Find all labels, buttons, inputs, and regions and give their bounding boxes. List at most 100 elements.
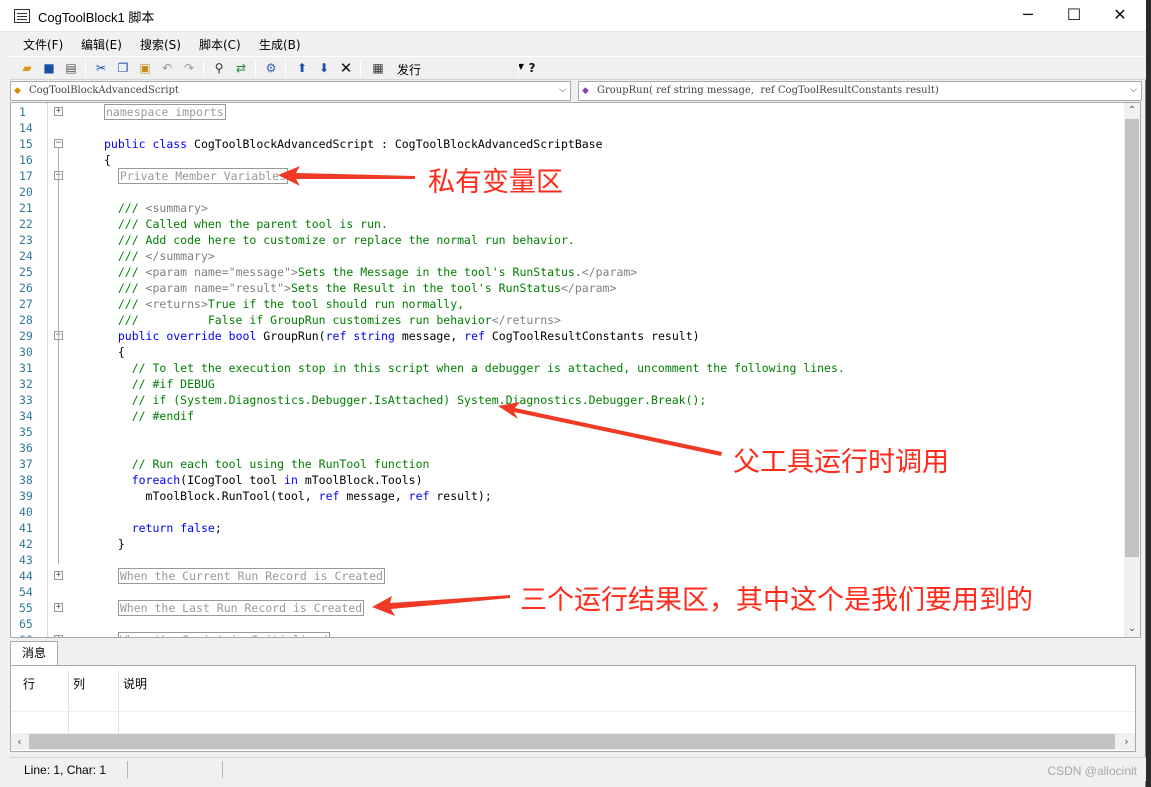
line-number: 41	[19, 521, 33, 535]
save-icon[interactable]: ■	[40, 60, 58, 77]
menu-search[interactable]: 搜索(S)	[140, 36, 181, 53]
menu-script[interactable]: 脚本(C)	[199, 36, 241, 53]
class-selector-value: CogToolBlockAdvancedScript	[29, 85, 179, 96]
annotation-grouprun: 父工具运行时调用	[733, 447, 949, 478]
minimize-button[interactable]: ─	[1005, 0, 1051, 32]
code-line: foreach(ICogTool tool in mToolBlock.Tool…	[131, 473, 423, 487]
scroll-up-icon[interactable]: ⌃	[1124, 103, 1140, 119]
line-number: 35	[19, 425, 33, 439]
line-number: 55	[19, 601, 33, 615]
close-button[interactable]: ✕	[1097, 0, 1143, 32]
line-number: 40	[19, 505, 33, 519]
line-number: 38	[19, 473, 33, 487]
code-line: {	[117, 345, 125, 359]
column-header-line[interactable]: 行	[23, 675, 35, 692]
collapsed-region[interactable]: namespace imports	[104, 104, 226, 120]
menu-build[interactable]: 生成(B)	[259, 36, 301, 53]
help-icon[interactable]: ?	[523, 60, 541, 77]
collapsed-region[interactable]: Private Member Variables	[104, 168, 289, 184]
line-number: 28	[19, 313, 33, 327]
status-bar: Line: 1, Char: 1	[10, 757, 1146, 781]
paste-icon[interactable]: ▣	[136, 60, 154, 77]
vertical-scrollbar[interactable]: ⌃ ⌄	[1124, 103, 1140, 637]
expand-region-icon[interactable]: +	[54, 107, 63, 116]
code-line: // #if DEBUG	[131, 377, 215, 391]
class-selector-dropdown[interactable]: ◆ CogToolBlockAdvancedScript ⌵	[10, 81, 571, 101]
messages-panel: 行 列 说明 ‹ ›	[10, 665, 1136, 752]
redo-icon[interactable]: ↷	[180, 60, 198, 77]
code-area[interactable]: namespace imports public class CogToolBlo…	[51, 103, 1126, 637]
line-number: 33	[19, 393, 33, 407]
line-number: 23	[19, 233, 33, 247]
code-line: /// Add code here to customize or replac…	[117, 233, 575, 247]
code-editor[interactable]: 1 14 15 16 17 20 21 22 23 24 25 26 27 28 29 30 31 32 33 34 3…	[10, 102, 1141, 638]
method-icon: ◆	[582, 86, 589, 96]
column-header-column[interactable]: 列	[73, 675, 85, 692]
code-line: // #endif	[131, 409, 195, 423]
code-line: /// </summary>	[117, 249, 215, 263]
scroll-left-icon[interactable]: ‹	[11, 733, 28, 750]
expand-region-icon[interactable]: +	[54, 603, 63, 612]
grid-icon[interactable]: ▦	[369, 60, 387, 77]
line-number: 25	[19, 265, 33, 279]
code-line: /// <summary>	[117, 201, 208, 215]
chevron-down-icon: ⌵	[1130, 85, 1137, 95]
line-number: 20	[19, 185, 33, 199]
app-icon	[14, 9, 30, 23]
tab-messages[interactable]: 消息	[10, 641, 58, 665]
column-header-description[interactable]: 说明	[123, 675, 147, 692]
toolbar: ▰ ■ ▤ ✂ ❐ ▣ ↶ ↷ ⚲ ⇄ ⚙ ⬆ ⬇ ✕ ▦ 发行 ▼ ?	[10, 56, 1146, 80]
line-number: 43	[19, 553, 33, 567]
replace-icon[interactable]: ⇄	[232, 60, 250, 77]
menu-file[interactable]: 文件(F)	[23, 36, 63, 53]
chevron-down-icon: ⌵	[559, 85, 566, 95]
delete-icon[interactable]: ✕	[337, 60, 355, 77]
move-up-icon[interactable]: ⬆	[293, 60, 311, 77]
copy-icon[interactable]: ❐	[114, 60, 132, 77]
collapsed-region[interactable]: When the Current Run Record is Created	[104, 568, 385, 584]
output-tab-bar: 消息	[10, 641, 1146, 665]
scroll-down-icon[interactable]: ⌄	[1124, 621, 1140, 637]
annotation-private-vars: 私有变量区	[428, 167, 563, 198]
code-line: public override bool GroupRun(ref string…	[117, 329, 700, 343]
collapsed-region[interactable]: When the Script is Initialized	[104, 632, 330, 637]
expand-region-icon[interactable]: +	[54, 571, 63, 580]
scroll-right-icon[interactable]: ›	[1118, 733, 1135, 750]
code-line: /// <param name="message">Sets the Messa…	[117, 265, 638, 279]
code-line: }	[117, 537, 125, 551]
scroll-thumb[interactable]	[1125, 119, 1139, 557]
collapsed-region[interactable]: When the Last Run Record is Created	[104, 600, 365, 616]
print-icon[interactable]: ▤	[62, 60, 80, 77]
code-line: // if (System.Diagnostics.Debugger.IsAtt…	[131, 393, 707, 407]
find-icon[interactable]: ⚲	[210, 60, 228, 77]
build-icon[interactable]: ⚙	[262, 60, 280, 77]
member-selector-value: GroupRun( ref string message, ref CogToo…	[597, 85, 939, 96]
line-number: 15	[19, 137, 33, 151]
code-line: public class CogToolBlockAdvancedScript …	[104, 137, 603, 151]
code-line: // Run each tool using the RunTool funct…	[131, 457, 430, 471]
member-selector-dropdown[interactable]: ◆ GroupRun( ref string message, ref CogT…	[578, 81, 1142, 101]
menu-bar: 文件(F) 编辑(E) 搜索(S) 脚本(C) 生成(B)	[10, 32, 1146, 56]
maximize-button[interactable]: ☐	[1051, 0, 1097, 32]
cut-icon[interactable]: ✂	[92, 60, 110, 77]
code-line: {	[104, 153, 111, 167]
expand-region-icon[interactable]: +	[54, 635, 63, 637]
scroll-thumb[interactable]	[29, 734, 1115, 749]
horizontal-scrollbar[interactable]: ‹ ›	[11, 733, 1135, 750]
build-config-dropdown[interactable]: 发行 ▼	[394, 59, 528, 78]
line-number: 24	[19, 249, 33, 263]
title-bar[interactable]: CogToolBlock1 脚本 ─ ☐ ✕	[0, 0, 1146, 32]
code-line: return false;	[131, 521, 222, 535]
collapse-region-icon[interactable]: −	[54, 139, 63, 148]
line-number: 27	[19, 297, 33, 311]
code-line: /// False if GroupRun customizes run beh…	[117, 313, 561, 327]
line-number: 66	[19, 632, 33, 637]
code-line: /// <param name="result">Sets the Result…	[117, 281, 617, 295]
move-down-icon[interactable]: ⬇	[315, 60, 333, 77]
open-icon[interactable]: ▰	[18, 60, 36, 77]
line-number: 65	[19, 617, 33, 631]
menu-edit[interactable]: 编辑(E)	[81, 36, 122, 53]
line-number: 1	[19, 105, 26, 119]
undo-icon[interactable]: ↶	[158, 60, 176, 77]
line-number: 22	[19, 217, 33, 231]
